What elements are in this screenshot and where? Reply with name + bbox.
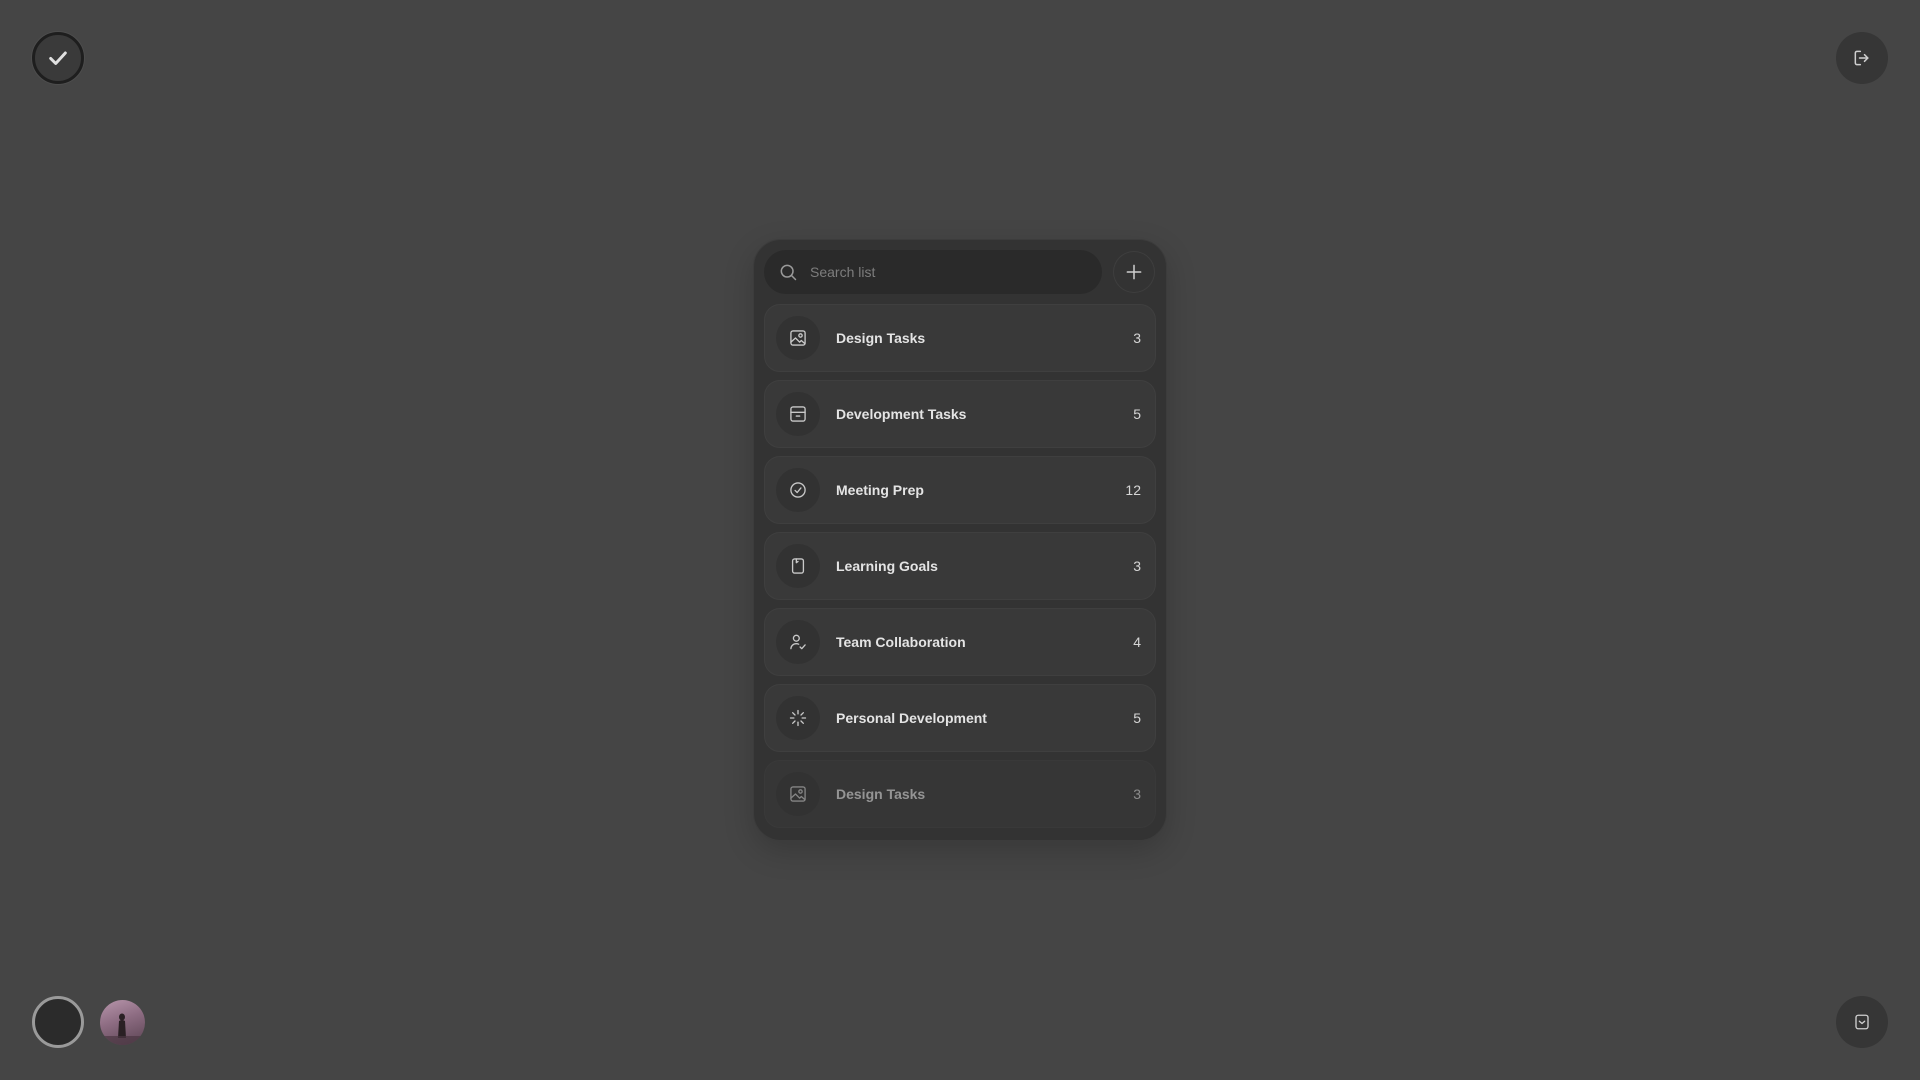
- list-item-count: 12: [1125, 482, 1141, 498]
- list-item-count: 3: [1133, 786, 1141, 802]
- save-button[interactable]: [1836, 996, 1888, 1048]
- list-item-label: Learning Goals: [836, 558, 938, 574]
- task-list-panel: Design Tasks 3 Development Tasks 5: [753, 239, 1167, 841]
- list-item-label: Development Tasks: [836, 406, 967, 422]
- search-input[interactable]: [808, 263, 1068, 281]
- logout-icon: [1852, 48, 1872, 68]
- search-row: [764, 250, 1156, 294]
- task-list: Design Tasks 3 Development Tasks 5 Meeti…: [764, 304, 1156, 836]
- search-box[interactable]: [764, 250, 1102, 294]
- avatar-figure-icon: [100, 1000, 145, 1045]
- list-item-count: 3: [1133, 558, 1141, 574]
- save-icon: [1853, 1013, 1871, 1031]
- list-item-personal-development[interactable]: Personal Development 5: [764, 684, 1156, 752]
- list-item-meeting-prep[interactable]: Meeting Prep 12: [764, 456, 1156, 524]
- user-check-icon: [776, 620, 820, 664]
- list-item-label: Personal Development: [836, 710, 987, 726]
- theme-toggle-button[interactable]: [32, 996, 84, 1048]
- list-item-count: 4: [1133, 634, 1141, 650]
- list-item-label: Team Collaboration: [836, 634, 966, 650]
- list-item-label: Design Tasks: [836, 786, 926, 802]
- list-item-development-tasks[interactable]: Development Tasks 5: [764, 380, 1156, 448]
- image-icon: [776, 772, 820, 816]
- loader-icon: [776, 696, 820, 740]
- user-avatar[interactable]: [100, 1000, 145, 1045]
- list-item-learning-goals[interactable]: Learning Goals 3: [764, 532, 1156, 600]
- bookmark-icon: [776, 544, 820, 588]
- check-icon: [47, 47, 69, 69]
- list-item-design-tasks-2[interactable]: Design Tasks 3: [764, 760, 1156, 828]
- browser-window-icon: [776, 392, 820, 436]
- list-item-label: Meeting Prep: [836, 482, 924, 498]
- list-item-count: 5: [1133, 406, 1141, 422]
- search-icon: [778, 262, 798, 282]
- list-item-team-collaboration[interactable]: Team Collaboration 4: [764, 608, 1156, 676]
- list-item-count: 5: [1133, 710, 1141, 726]
- plus-icon: [1124, 262, 1144, 282]
- logout-button[interactable]: [1836, 32, 1888, 84]
- list-item-count: 3: [1133, 330, 1141, 346]
- add-list-button[interactable]: [1114, 252, 1154, 292]
- list-item-design-tasks[interactable]: Design Tasks 3: [764, 304, 1156, 372]
- image-icon: [776, 316, 820, 360]
- app-logo-button[interactable]: [32, 32, 84, 84]
- check-circle-icon: [776, 468, 820, 512]
- list-item-label: Design Tasks: [836, 330, 926, 346]
